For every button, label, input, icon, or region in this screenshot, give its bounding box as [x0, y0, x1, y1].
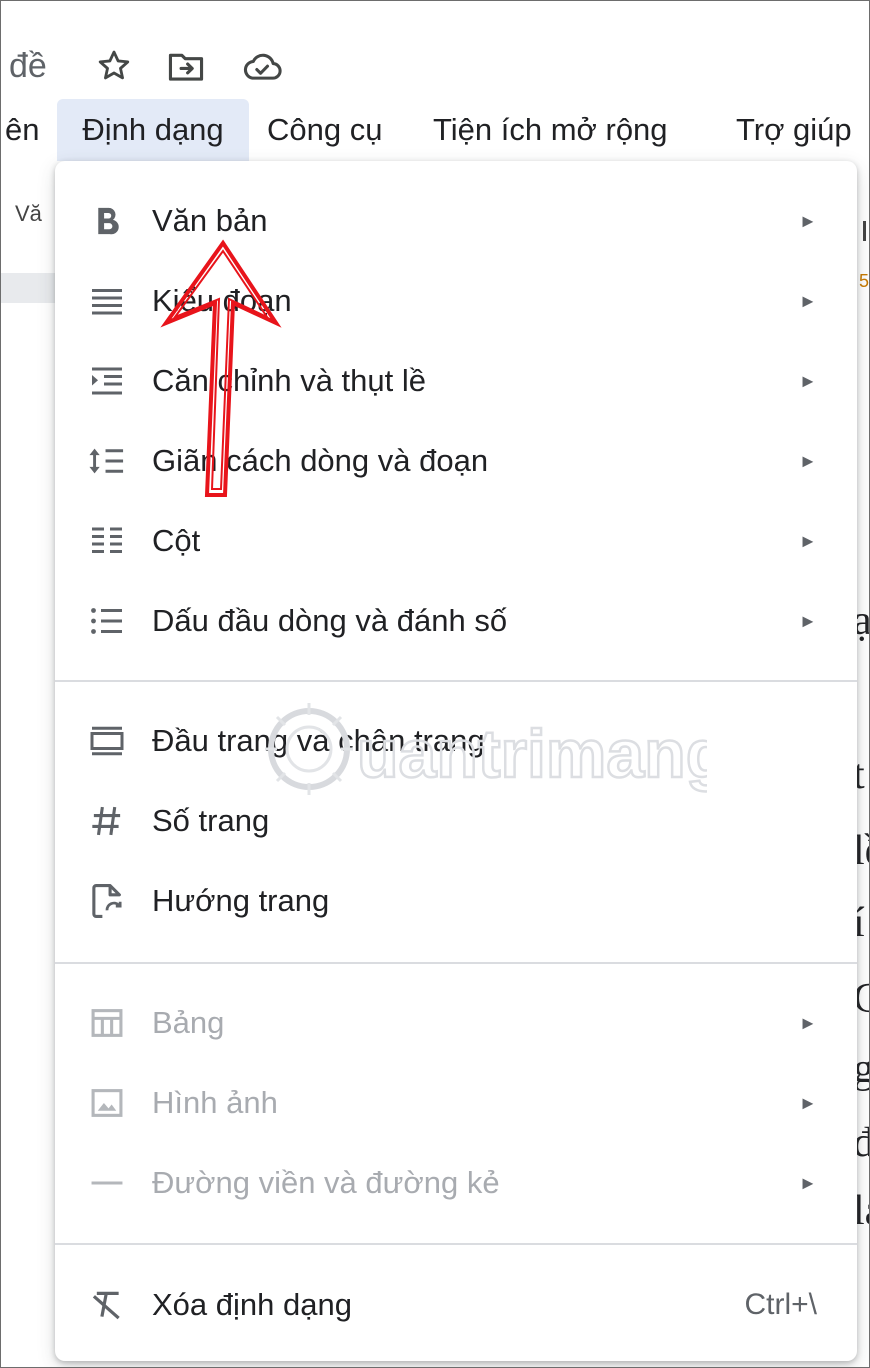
menu-item-label: Đường viền và đường kẻ — [152, 1165, 500, 1200]
menu-item-label: Dấu đầu dòng và đánh số — [152, 603, 508, 638]
submenu-arrow-icon: ► — [799, 1013, 817, 1033]
menu-item-image[interactable]: Hình ảnh ► — [55, 1063, 857, 1143]
menu-item-label: Xóa định dạng — [152, 1287, 352, 1322]
menu-help[interactable]: Trợ giúp — [736, 99, 852, 161]
menu-item-label: Cột — [152, 523, 201, 558]
menu-item-text[interactable]: Văn bản ► — [55, 181, 857, 261]
menu-item-line-spacing[interactable]: Giãn cách dòng và đoạn ► — [55, 421, 857, 501]
menu-partial-left[interactable]: ên — [5, 99, 39, 161]
submenu-arrow-icon: ► — [799, 291, 817, 311]
cloud-saved-icon[interactable] — [241, 45, 283, 87]
menu-tools[interactable]: Công cụ — [267, 99, 382, 161]
menu-item-label: Số trang — [152, 803, 270, 838]
star-icon[interactable] — [93, 45, 135, 87]
submenu-arrow-icon: ► — [799, 1093, 817, 1113]
toolbar-style-fragment[interactable]: Vă — [15, 201, 42, 227]
page-orientation-icon — [85, 881, 129, 921]
move-to-folder-icon[interactable] — [165, 45, 207, 87]
submenu-arrow-icon: ► — [799, 211, 817, 231]
menu-item-label: Bảng — [152, 1005, 225, 1040]
menu-item-align-indent[interactable]: Căn chỉnh và thụt lề ► — [55, 341, 857, 421]
bold-icon — [85, 201, 129, 241]
menu-item-label: Văn bản — [152, 203, 268, 238]
menu-format[interactable]: Định dạng — [57, 99, 249, 161]
menu-item-paragraph-style[interactable]: Kiểu đoạn ► — [55, 261, 857, 341]
menu-separator — [55, 1243, 857, 1245]
submenu-arrow-icon: ► — [799, 451, 817, 471]
submenu-arrow-icon: ► — [799, 371, 817, 391]
columns-icon — [85, 521, 129, 561]
menu-item-label: Giãn cách dòng và đoạn — [152, 443, 489, 478]
submenu-arrow-icon: ► — [799, 1173, 817, 1193]
menu-item-page-numbers[interactable]: Số trang — [55, 781, 857, 861]
menu-item-columns[interactable]: Cột ► — [55, 501, 857, 581]
menu-item-page-orientation[interactable]: Hướng trang — [55, 861, 857, 941]
format-dropdown-menu: Văn bản ► Kiểu đoạn ► Căn chỉnh và thụt … — [55, 161, 857, 1361]
page-number-icon — [85, 801, 129, 841]
submenu-arrow-icon: ► — [799, 611, 817, 631]
menu-item-bullets-numbering[interactable]: Dấu đầu dòng và đánh số ► — [55, 581, 857, 661]
clear-formatting-icon — [85, 1285, 129, 1325]
screenshot-frame: đề ên Định dạng Công cụ Tiện ích mở rộng… — [0, 0, 870, 1368]
menu-separator — [55, 680, 857, 682]
menu-item-header-footer[interactable]: Đầu trang và chân trang — [55, 701, 857, 781]
menu-item-table[interactable]: Bảng ► — [55, 983, 857, 1063]
menu-item-label: Kiểu đoạn — [152, 283, 292, 318]
align-indent-icon — [85, 361, 129, 401]
bulleted-list-icon — [85, 601, 129, 641]
menu-item-clear-formatting[interactable]: Xóa định dạng Ctrl+\ — [55, 1265, 857, 1345]
menu-bar: ên Định dạng Công cụ Tiện ích mở rộng Tr… — [1, 99, 869, 161]
image-icon — [85, 1083, 129, 1123]
ruler-fragment: 5 — [859, 271, 870, 291]
menu-item-label: Đầu trang và chân trang — [152, 723, 485, 758]
paragraph-style-icon — [85, 281, 129, 321]
header-footer-icon — [85, 721, 129, 761]
table-icon — [85, 1003, 129, 1043]
submenu-arrow-icon: ► — [799, 531, 817, 551]
title-row: đề — [1, 31, 869, 101]
menu-separator — [55, 962, 857, 964]
menu-extensions[interactable]: Tiện ích mở rộng — [433, 99, 668, 161]
menu-item-label: Hình ảnh — [152, 1085, 278, 1120]
border-line-icon — [85, 1163, 129, 1203]
ruler-right-mark — [863, 221, 869, 241]
menu-item-borders-lines[interactable]: Đường viền và đường kẻ ► — [55, 1143, 857, 1223]
menu-item-label: Hướng trang — [152, 883, 330, 918]
menu-item-label: Căn chỉnh và thụt lề — [152, 363, 427, 398]
keyboard-shortcut: Ctrl+\ — [744, 1288, 817, 1321]
line-spacing-icon — [85, 441, 129, 481]
document-title-fragment[interactable]: đề — [9, 47, 47, 86]
